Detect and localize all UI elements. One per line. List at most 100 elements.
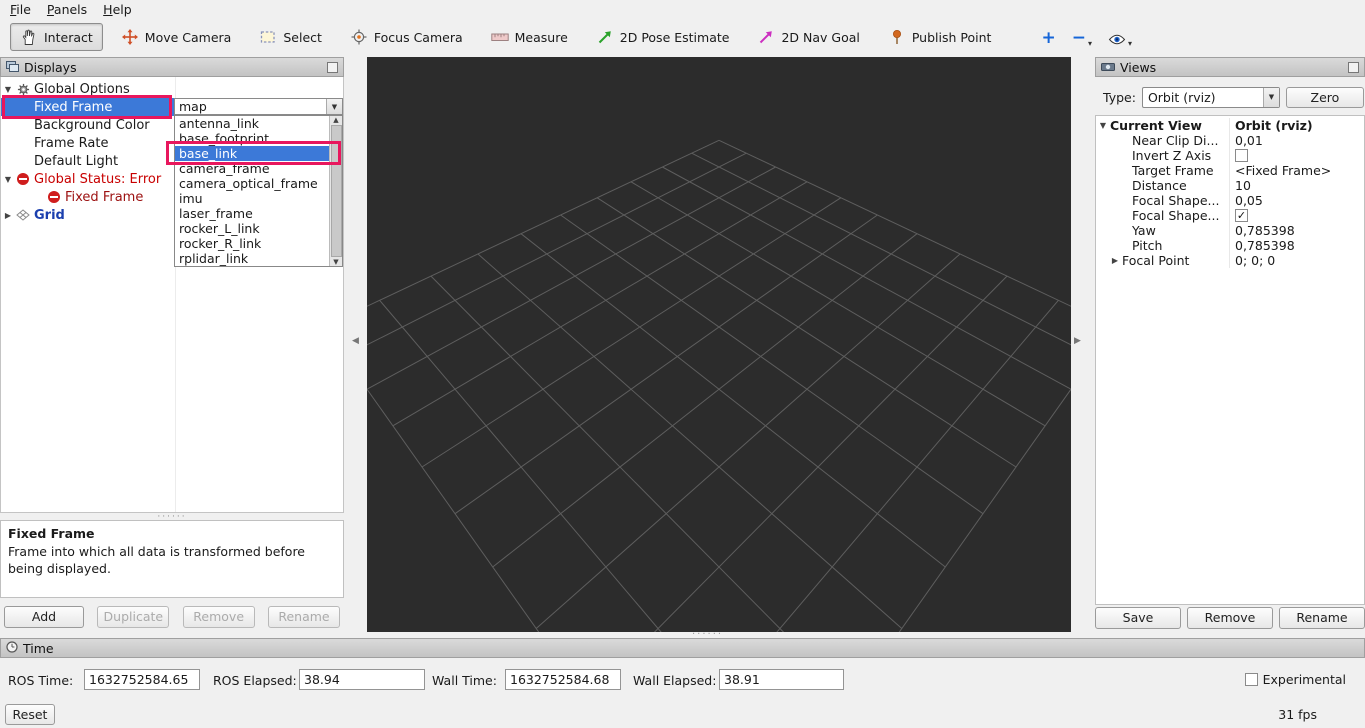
remove-view-button[interactable]: Remove bbox=[1187, 607, 1273, 629]
expander-closed-icon[interactable]: ▶ bbox=[1108, 256, 1122, 265]
collapse-right-panel-arrow[interactable]: ▶ bbox=[1074, 336, 1081, 346]
views-row-target-frame[interactable]: Target Frame <Fixed Frame> bbox=[1096, 163, 1364, 178]
frame-option[interactable]: rocker_R_link bbox=[175, 236, 342, 251]
views-row-yaw[interactable]: Yaw 0,785398 bbox=[1096, 223, 1364, 238]
reset-button[interactable]: Reset bbox=[5, 704, 55, 725]
scroll-down-icon[interactable]: ▼ bbox=[333, 258, 338, 266]
menu-help[interactable]: Help bbox=[103, 2, 132, 17]
fixed-frame-combo-value: map bbox=[175, 99, 326, 114]
popup-scrollbar[interactable]: ▲ ▼ bbox=[329, 116, 342, 266]
publish-point-tool-button[interactable]: Publish Point bbox=[878, 23, 1002, 51]
combo-dropdown-arrow[interactable]: ▼ bbox=[326, 99, 342, 114]
tree-label-fixed-frame: Fixed Frame bbox=[34, 100, 112, 115]
remove-tool-button[interactable]: − ▾ bbox=[1068, 24, 1096, 50]
checkbox-checked[interactable]: ✓ bbox=[1235, 209, 1248, 222]
duplicate-display-button[interactable]: Duplicate bbox=[97, 606, 169, 628]
view-type-combobox[interactable]: Orbit (rviz) ▼ bbox=[1142, 87, 1280, 108]
selection-box-icon bbox=[259, 29, 277, 46]
rename-view-button[interactable]: Rename bbox=[1279, 607, 1365, 629]
expander-open-icon[interactable]: ▼ bbox=[1, 175, 15, 184]
collapse-left-panel-arrow[interactable]: ◀ bbox=[352, 336, 359, 346]
experimental-toggle[interactable]: Experimental bbox=[1245, 672, 1346, 687]
prop-name: Yaw bbox=[1132, 223, 1156, 238]
plus-icon: + bbox=[1041, 26, 1055, 50]
displays-panel-header[interactable]: Displays bbox=[0, 57, 344, 77]
fixed-frame-combobox[interactable]: map ▼ bbox=[174, 98, 343, 115]
rename-display-button[interactable]: Rename bbox=[268, 606, 340, 628]
time-panel-header[interactable]: Time bbox=[0, 638, 1365, 658]
tree-label-background-color: Background Color bbox=[34, 118, 150, 133]
scrollbar-thumb[interactable] bbox=[331, 125, 342, 257]
remove-display-button[interactable]: Remove bbox=[183, 606, 255, 628]
frame-option[interactable]: base_footprint bbox=[175, 131, 342, 146]
prop-value[interactable]: 0,785398 bbox=[1229, 238, 1364, 253]
prop-name: Near Clip Di... bbox=[1132, 133, 1218, 148]
checkbox-unchecked[interactable] bbox=[1245, 673, 1258, 686]
views-row-near-clip[interactable]: Near Clip Di... 0,01 bbox=[1096, 133, 1364, 148]
interact-tool-button[interactable]: Interact bbox=[10, 23, 103, 51]
tree-row-global-options[interactable]: ▼ Global Options bbox=[1, 80, 343, 98]
prop-name: Target Frame bbox=[1132, 163, 1214, 178]
views-row-focal-shape-fixed[interactable]: Focal Shape... ✓ bbox=[1096, 208, 1364, 223]
prop-value[interactable]: 10 bbox=[1229, 178, 1364, 193]
prop-value[interactable]: 0,05 bbox=[1229, 193, 1364, 208]
fps-counter: 31 fps bbox=[1278, 707, 1317, 722]
menu-panels[interactable]: Panels bbox=[47, 2, 87, 17]
wall-elapsed-field[interactable]: 38.91 bbox=[719, 669, 844, 690]
prop-name: Focal Shape... bbox=[1132, 193, 1219, 208]
views-float-button[interactable] bbox=[1348, 62, 1359, 73]
measure-tool-button[interactable]: Measure bbox=[481, 23, 578, 51]
frame-option[interactable]: camera_frame bbox=[175, 161, 342, 176]
save-view-button[interactable]: Save bbox=[1095, 607, 1181, 629]
tool-properties-button[interactable]: ▾ bbox=[1104, 24, 1136, 50]
prop-value[interactable]: 0,01 bbox=[1229, 133, 1364, 148]
views-row-focal-point[interactable]: ▶Focal Point 0; 0; 0 bbox=[1096, 253, 1364, 268]
views-buttons: Save Remove Rename bbox=[1095, 607, 1365, 629]
frame-option-selected[interactable]: base_link bbox=[175, 146, 342, 161]
panel-splitter-handle[interactable]: ······ bbox=[0, 513, 344, 520]
checkbox-unchecked[interactable] bbox=[1235, 149, 1248, 162]
add-tool-button[interactable]: + bbox=[1037, 24, 1059, 50]
views-panel-header[interactable]: Views bbox=[1095, 57, 1365, 77]
nav-goal-tool-button[interactable]: 2D Nav Goal bbox=[747, 23, 869, 51]
nav-goal-label: 2D Nav Goal bbox=[781, 30, 859, 45]
displays-float-button[interactable] bbox=[327, 62, 338, 73]
prop-value[interactable]: 0,785398 bbox=[1229, 223, 1364, 238]
expander-open-icon[interactable]: ▼ bbox=[1, 85, 15, 94]
views-row-current-view[interactable]: ▼Current View Orbit (rviz) bbox=[1096, 118, 1364, 133]
expander-closed-icon[interactable]: ▶ bbox=[1, 211, 15, 220]
gear-icon bbox=[15, 82, 31, 96]
ros-time-field[interactable]: 1632752584.65 bbox=[84, 669, 200, 690]
views-panel: Views Type: Orbit (rviz) ▼ Zero ▼Current… bbox=[1095, 57, 1365, 635]
frame-option[interactable]: antenna_link bbox=[175, 116, 342, 131]
views-row-distance[interactable]: Distance 10 bbox=[1096, 178, 1364, 193]
frame-option[interactable]: rplidar_link bbox=[175, 251, 342, 266]
expander-open-icon[interactable]: ▼ bbox=[1096, 121, 1110, 130]
pose-estimate-label: 2D Pose Estimate bbox=[620, 30, 730, 45]
zero-button[interactable]: Zero bbox=[1286, 87, 1364, 108]
views-row-focal-shape-size[interactable]: Focal Shape... 0,05 bbox=[1096, 193, 1364, 208]
frame-option[interactable]: camera_optical_frame bbox=[175, 176, 342, 191]
move-camera-tool-button[interactable]: Move Camera bbox=[111, 23, 242, 51]
select-tool-button[interactable]: Select bbox=[249, 23, 332, 51]
menu-file[interactable]: File bbox=[10, 2, 31, 17]
frame-option[interactable]: rocker_L_link bbox=[175, 221, 342, 236]
prop-value: Orbit (rviz) bbox=[1229, 118, 1364, 133]
frame-option[interactable]: imu bbox=[175, 191, 342, 206]
views-row-pitch[interactable]: Pitch 0,785398 bbox=[1096, 238, 1364, 253]
scroll-up-icon[interactable]: ▲ bbox=[333, 116, 338, 124]
pose-estimate-tool-button[interactable]: 2D Pose Estimate bbox=[586, 23, 740, 51]
measure-label: Measure bbox=[515, 30, 568, 45]
combo-dropdown-arrow[interactable]: ▼ bbox=[1263, 88, 1279, 107]
prop-value[interactable]: 0; 0; 0 bbox=[1229, 253, 1364, 268]
add-display-button[interactable]: Add bbox=[4, 606, 84, 628]
focus-camera-tool-button[interactable]: Focus Camera bbox=[340, 23, 473, 51]
views-row-invert-z[interactable]: Invert Z Axis bbox=[1096, 148, 1364, 163]
3d-viewport[interactable] bbox=[367, 57, 1071, 632]
prop-value[interactable]: <Fixed Frame> bbox=[1229, 163, 1364, 178]
time-panel-title: Time bbox=[23, 641, 54, 656]
frame-option[interactable]: laser_frame bbox=[175, 206, 342, 221]
wall-time-field[interactable]: 1632752584.68 bbox=[505, 669, 621, 690]
ground-grid bbox=[367, 57, 1071, 632]
ros-elapsed-field[interactable]: 38.94 bbox=[299, 669, 425, 690]
